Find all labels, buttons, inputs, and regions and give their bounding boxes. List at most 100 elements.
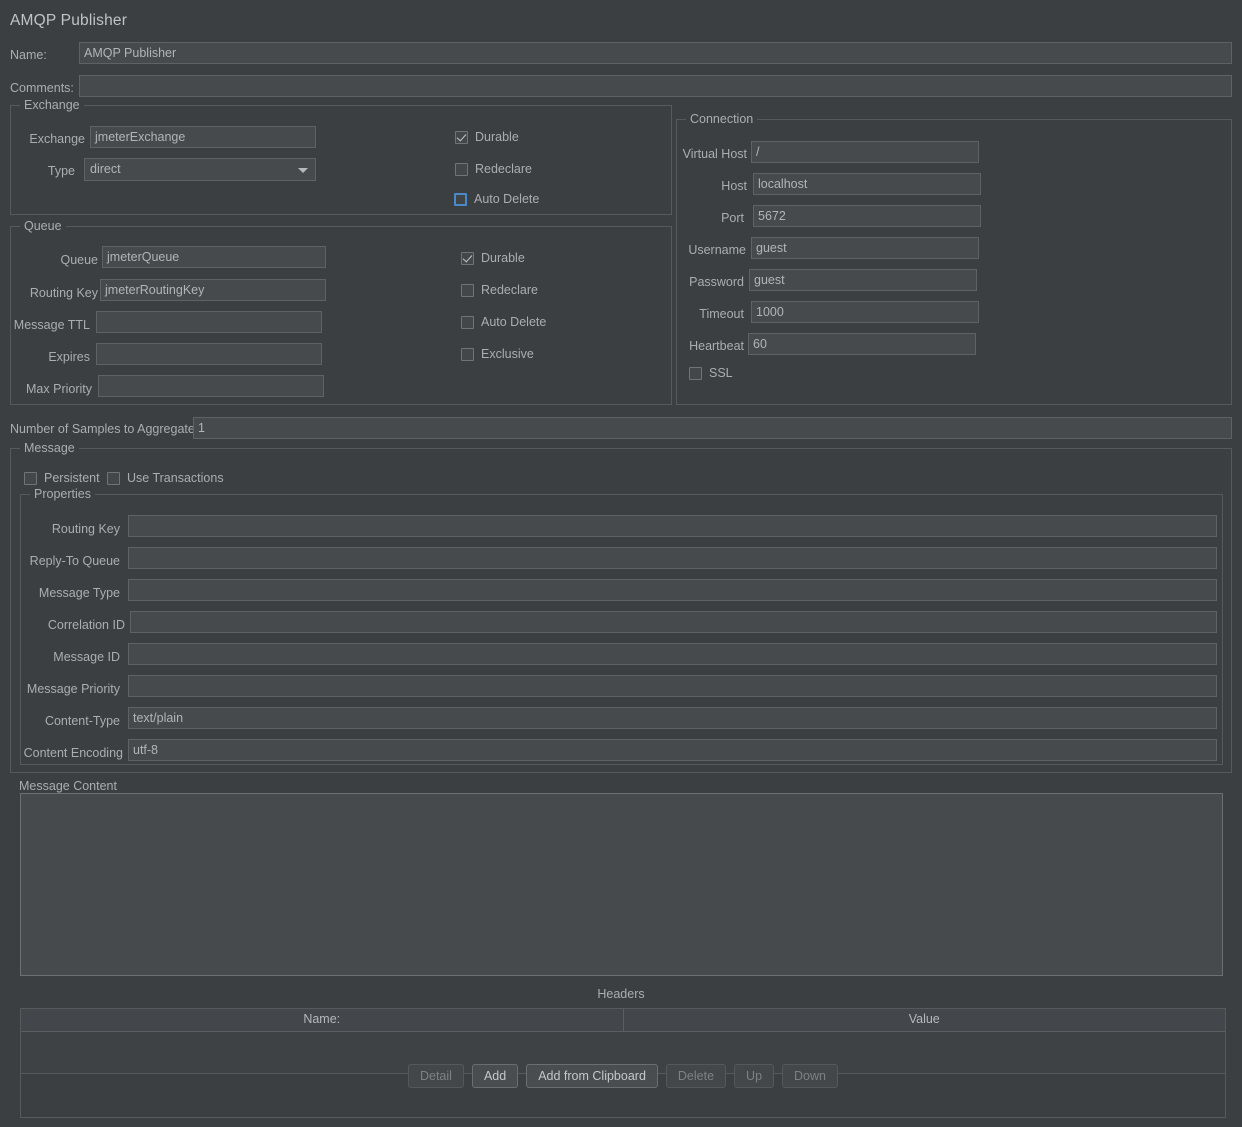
checkbox-icon: [24, 471, 37, 485]
connection-username-label: Username: [688, 243, 746, 257]
exchange-input[interactable]: jmeterExchange: [90, 126, 316, 148]
checkbox-icon: [461, 347, 474, 361]
exchange-type-label: Type: [47, 164, 75, 178]
queue-max-priority-input[interactable]: [98, 375, 324, 397]
checkbox-icon: [455, 162, 468, 176]
delete-button[interactable]: Delete: [665, 1064, 727, 1088]
connection-host-label: Host: [721, 179, 747, 193]
connection-virtual-host-label: Virtual Host: [682, 147, 747, 161]
detail-button[interactable]: Detail: [407, 1064, 464, 1088]
comments-label: Comments:: [10, 81, 74, 95]
exchange-type-value: direct: [90, 162, 121, 176]
prop-content-type-label: Content-Type: [44, 714, 120, 728]
page-title: AMQP Publisher: [10, 12, 128, 29]
exchange-durable-label: Durable: [475, 130, 519, 144]
prop-correlation-id-label: Correlation ID: [47, 618, 125, 632]
prop-message-type-label: Message Type: [38, 586, 120, 600]
connection-username-input[interactable]: guest: [751, 237, 979, 259]
checkbox-icon: [455, 130, 468, 144]
properties-group-title: Properties: [30, 487, 95, 501]
queue-durable-label: Durable: [481, 251, 525, 265]
name-input[interactable]: AMQP Publisher: [79, 42, 1232, 64]
exchange-durable-checkbox[interactable]: Durable: [455, 130, 519, 144]
checkbox-icon: [461, 283, 474, 297]
prop-message-priority-label: Message Priority: [26, 682, 120, 696]
prop-reply-to-queue-input[interactable]: [128, 547, 1217, 569]
queue-message-ttl-label: Message TTL: [13, 318, 90, 332]
queue-group-title: Queue: [20, 219, 66, 233]
queue-routing-key-input[interactable]: jmeterRoutingKey: [100, 279, 326, 301]
connection-virtual-host-input[interactable]: /: [751, 141, 979, 163]
queue-expires-input[interactable]: [96, 343, 322, 365]
queue-auto-delete-checkbox[interactable]: Auto Delete: [461, 315, 546, 329]
checkbox-icon: [107, 471, 120, 485]
headers-button-row: Detail Add Add from Clipboard Delete Up …: [21, 1064, 1225, 1088]
queue-label: Queue: [60, 253, 98, 267]
exchange-group-title: Exchange: [20, 98, 84, 112]
headers-column-name[interactable]: Name:: [21, 1009, 624, 1031]
queue-durable-checkbox[interactable]: Durable: [461, 251, 525, 265]
connection-group-title: Connection: [686, 112, 758, 126]
prop-routing-key-label: Routing Key: [51, 522, 120, 536]
prop-message-priority-input[interactable]: [128, 675, 1217, 697]
message-group-title: Message: [20, 441, 79, 455]
connection-password-input[interactable]: guest: [749, 269, 977, 291]
exchange-redeclare-label: Redeclare: [475, 162, 532, 176]
queue-redeclare-checkbox[interactable]: Redeclare: [461, 283, 538, 297]
prop-message-id-label: Message ID: [53, 650, 120, 664]
connection-ssl-checkbox[interactable]: SSL: [689, 366, 733, 380]
message-persistent-checkbox[interactable]: Persistent: [24, 471, 100, 485]
exchange-type-select[interactable]: direct: [84, 158, 316, 181]
exchange-auto-delete-checkbox[interactable]: Auto Delete: [454, 192, 539, 206]
message-content-textarea[interactable]: [20, 793, 1223, 976]
connection-timeout-input[interactable]: 1000: [751, 301, 979, 323]
up-button[interactable]: Up: [734, 1064, 775, 1088]
connection-timeout-label: Timeout: [699, 307, 744, 321]
queue-exclusive-checkbox[interactable]: Exclusive: [461, 347, 534, 361]
connection-ssl-label: SSL: [709, 366, 733, 380]
aggregate-input[interactable]: 1: [193, 417, 1232, 439]
queue-max-priority-label: Max Priority: [26, 382, 92, 396]
connection-password-label: Password: [689, 275, 744, 289]
headers-column-value[interactable]: Value: [624, 1009, 1226, 1031]
queue-message-ttl-input[interactable]: [96, 311, 322, 333]
connection-heartbeat-label: Heartbeat: [689, 339, 744, 353]
headers-caption: Headers: [597, 987, 645, 1001]
prop-correlation-id-input[interactable]: [130, 611, 1217, 633]
prop-message-type-input[interactable]: [128, 579, 1217, 601]
queue-auto-delete-label: Auto Delete: [481, 315, 547, 329]
checkbox-icon: [461, 251, 474, 265]
prop-routing-key-input[interactable]: [128, 515, 1217, 537]
prop-content-encoding-label: Content Encoding: [23, 746, 123, 760]
prop-content-encoding-input[interactable]: utf-8: [128, 739, 1217, 761]
connection-port-label: Port: [721, 211, 744, 225]
name-label: Name:: [10, 48, 47, 62]
chevron-down-icon: [298, 168, 308, 173]
exchange-field-label: Exchange: [29, 132, 85, 146]
exchange-auto-delete-label: Auto Delete: [474, 192, 540, 206]
message-use-transactions-checkbox[interactable]: Use Transactions: [107, 471, 224, 485]
queue-routing-key-label: Routing Key: [29, 286, 98, 300]
checkbox-icon: [461, 315, 474, 329]
connection-host-input[interactable]: localhost: [753, 173, 981, 195]
queue-exclusive-label: Exclusive: [481, 347, 534, 361]
comments-input[interactable]: [79, 75, 1232, 97]
checkbox-icon: [454, 192, 467, 206]
headers-table-header-row: Name: Value: [21, 1009, 1225, 1032]
prop-message-id-input[interactable]: [128, 643, 1217, 665]
add-from-clipboard-button[interactable]: Add from Clipboard: [526, 1064, 658, 1088]
connection-heartbeat-input[interactable]: 60: [748, 333, 976, 355]
connection-port-input[interactable]: 5672: [753, 205, 981, 227]
prop-reply-to-queue-label: Reply-To Queue: [29, 554, 120, 568]
prop-content-type-input[interactable]: text/plain: [128, 707, 1217, 729]
queue-expires-label: Expires: [48, 350, 90, 364]
exchange-redeclare-checkbox[interactable]: Redeclare: [455, 162, 532, 176]
queue-redeclare-label: Redeclare: [481, 283, 538, 297]
queue-input[interactable]: jmeterQueue: [102, 246, 326, 268]
checkbox-icon: [689, 366, 702, 380]
down-button[interactable]: Down: [782, 1064, 838, 1088]
headers-table: Name: Value Detail Add Add from Clipboar…: [20, 1008, 1226, 1118]
aggregate-label: Number of Samples to Aggregate: [10, 422, 195, 436]
message-content-label: Message Content: [19, 779, 117, 793]
add-button[interactable]: Add: [471, 1064, 519, 1088]
